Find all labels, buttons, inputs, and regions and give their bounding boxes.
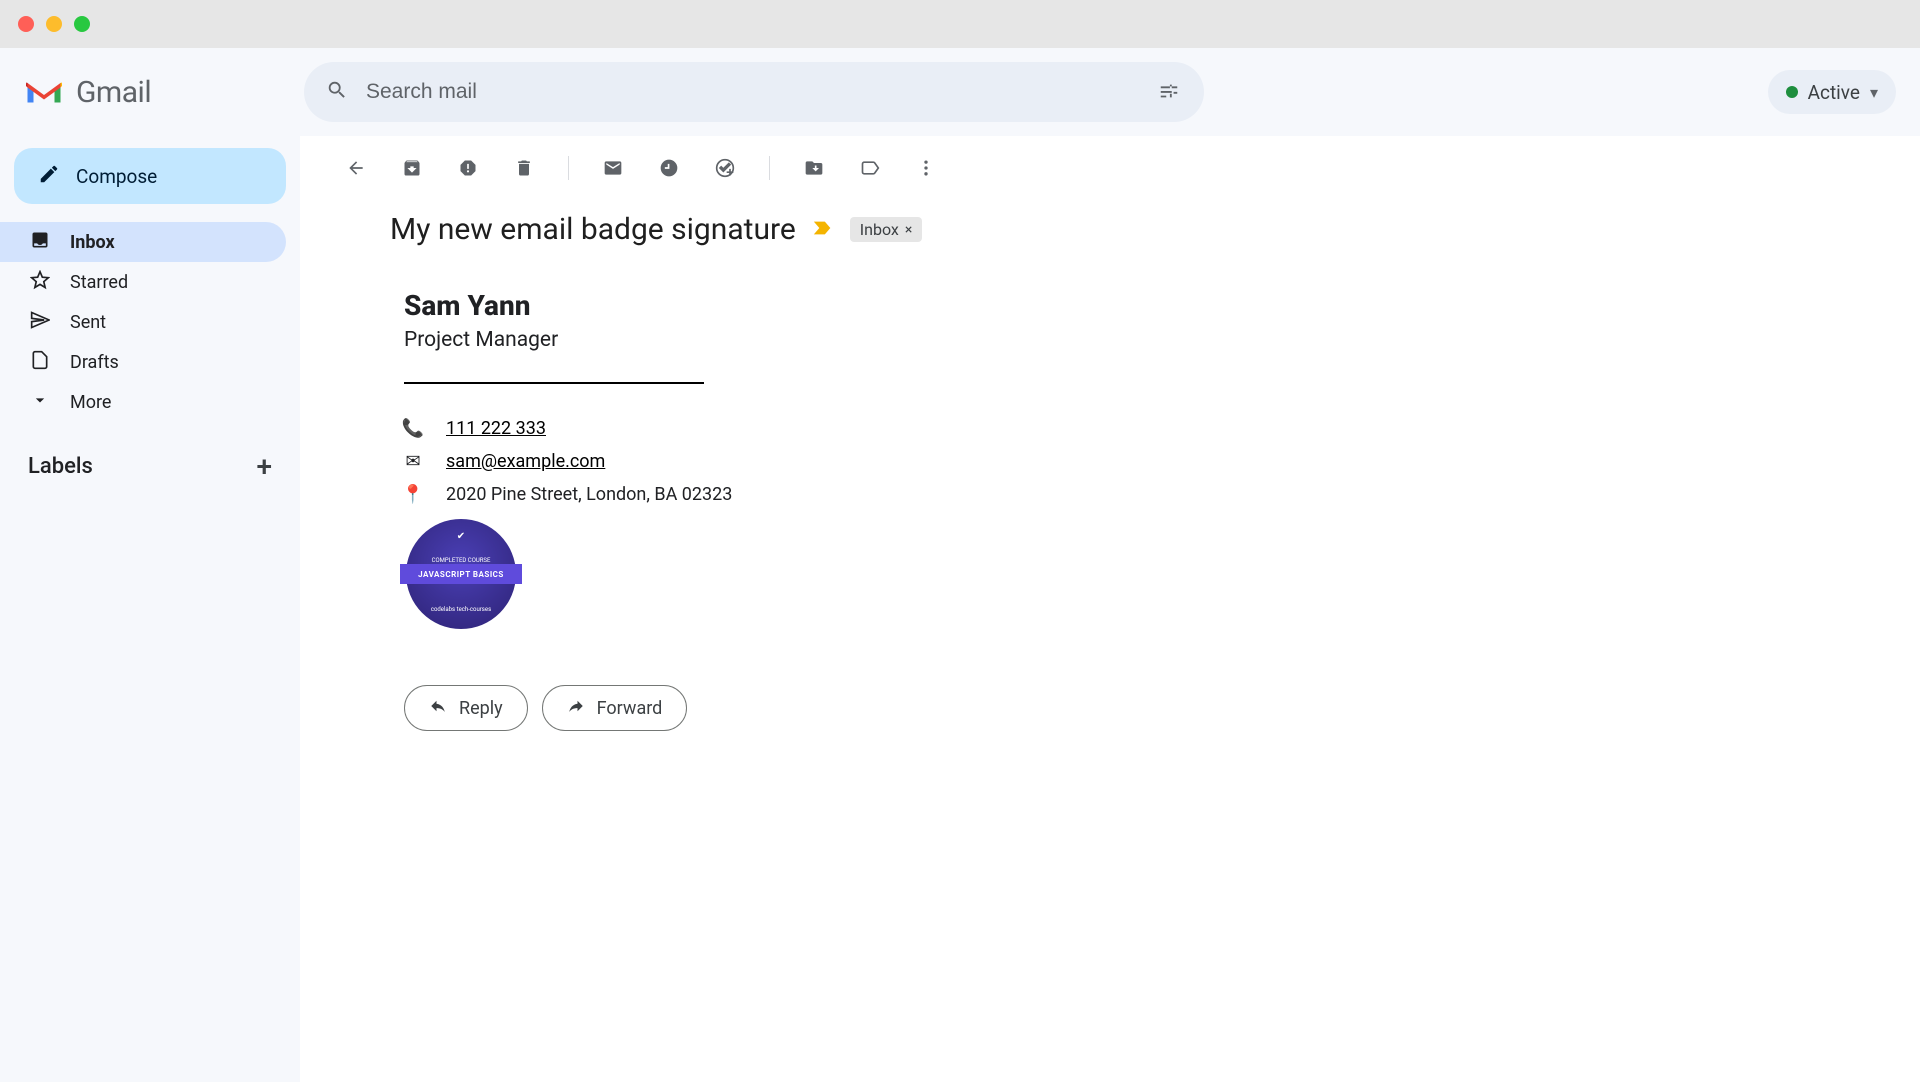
certification-badge: ✔ COMPLETED COURSE JAVASCRIPT BASICS cod… (404, 519, 1004, 629)
sidebar-item-sent[interactable]: Sent (0, 302, 286, 342)
chip-label: Inbox (860, 220, 899, 239)
macos-titlebar (0, 0, 1920, 48)
window-minimize-button[interactable] (46, 16, 62, 32)
badge-main-text: JAVASCRIPT BASICS (400, 564, 522, 584)
chip-remove-icon[interactable]: × (905, 222, 912, 238)
importance-marker-icon[interactable] (812, 219, 834, 241)
email-signature: Sam Yann Project Manager 📞 111 222 333 ✉… (324, 247, 1024, 629)
search-options-icon[interactable] (1158, 80, 1182, 104)
app-name: Gmail (76, 75, 151, 110)
sidebar-item-more[interactable]: More (0, 382, 286, 422)
move-to-button[interactable] (802, 156, 826, 180)
search-bar[interactable] (304, 62, 1204, 122)
compose-label: Compose (76, 165, 157, 188)
label-chip-inbox[interactable]: Inbox × (850, 217, 923, 242)
logo: Gmail (24, 75, 284, 110)
badge-topline: COMPLETED COURSE (432, 557, 491, 564)
compose-button[interactable]: Compose (14, 148, 286, 204)
reply-label: Reply (459, 698, 503, 719)
forward-button[interactable]: Forward (542, 685, 688, 731)
signature-email[interactable]: sam@example.com (446, 451, 605, 472)
labels-button[interactable] (858, 156, 882, 180)
forward-label: Forward (597, 698, 663, 719)
status-dot-icon (1786, 86, 1798, 98)
send-icon (30, 310, 50, 335)
search-icon (326, 79, 348, 105)
add-label-button[interactable]: + (256, 450, 272, 483)
sidebar-item-label: Drafts (70, 352, 119, 373)
app-window: Gmail Active ▾ (0, 0, 1920, 1082)
sidebar-item-label: Starred (70, 272, 128, 293)
snooze-button[interactable] (657, 156, 681, 180)
back-button[interactable] (344, 156, 368, 180)
status-label: Active (1808, 81, 1860, 104)
more-menu-button[interactable] (914, 156, 938, 180)
sidebar-item-label: Sent (70, 312, 106, 333)
signature-name: Sam Yann (404, 289, 1004, 322)
chevron-down-icon (30, 390, 50, 415)
pencil-icon (38, 163, 60, 190)
mark-unread-button[interactable] (601, 156, 625, 180)
add-task-button[interactable] (713, 156, 737, 180)
window-maximize-button[interactable] (74, 16, 90, 32)
window-close-button[interactable] (18, 16, 34, 32)
email-subject: My new email badge signature (390, 212, 796, 247)
app-bar: Gmail Active ▾ (0, 48, 1920, 136)
message-toolbar (324, 136, 1896, 200)
search-input[interactable] (366, 80, 1140, 104)
location-icon: 📍 (404, 484, 422, 505)
labels-header: Labels + (0, 422, 300, 483)
phone-icon: 📞 (404, 418, 422, 439)
chevron-down-icon: ▾ (1870, 83, 1878, 102)
sidebar-item-label: More (70, 392, 111, 413)
sidebar: Compose Inbox Starred Sent Dra (0, 136, 300, 1082)
labels-title: Labels (28, 454, 93, 479)
gmail-logo-icon (24, 77, 64, 107)
toolbar-separator (769, 156, 770, 180)
reply-icon (429, 697, 447, 720)
reply-button[interactable]: Reply (404, 685, 528, 731)
report-spam-button[interactable] (456, 156, 480, 180)
archive-button[interactable] (400, 156, 424, 180)
toolbar-separator (568, 156, 569, 180)
email-icon: ✉ (404, 451, 422, 472)
sidebar-item-label: Inbox (70, 232, 115, 253)
file-icon (30, 350, 50, 375)
checkmark-icon: ✔ (457, 531, 465, 542)
status-chip[interactable]: Active ▾ (1768, 70, 1896, 114)
delete-button[interactable] (512, 156, 536, 180)
message-pane: My new email badge signature Inbox × Sam… (300, 136, 1920, 1082)
forward-icon (567, 697, 585, 720)
star-icon (30, 270, 50, 295)
sidebar-item-inbox[interactable]: Inbox (0, 222, 286, 262)
signature-address: 2020 Pine Street, London, BA 02323 (446, 484, 732, 505)
signature-divider (404, 382, 704, 384)
badge-footer: codelabs tech-courses (431, 606, 491, 613)
sidebar-item-starred[interactable]: Starred (0, 262, 286, 302)
signature-phone[interactable]: 111 222 333 (446, 418, 546, 439)
inbox-icon (30, 230, 50, 255)
sidebar-item-drafts[interactable]: Drafts (0, 342, 286, 382)
signature-title: Project Manager (404, 328, 1004, 352)
